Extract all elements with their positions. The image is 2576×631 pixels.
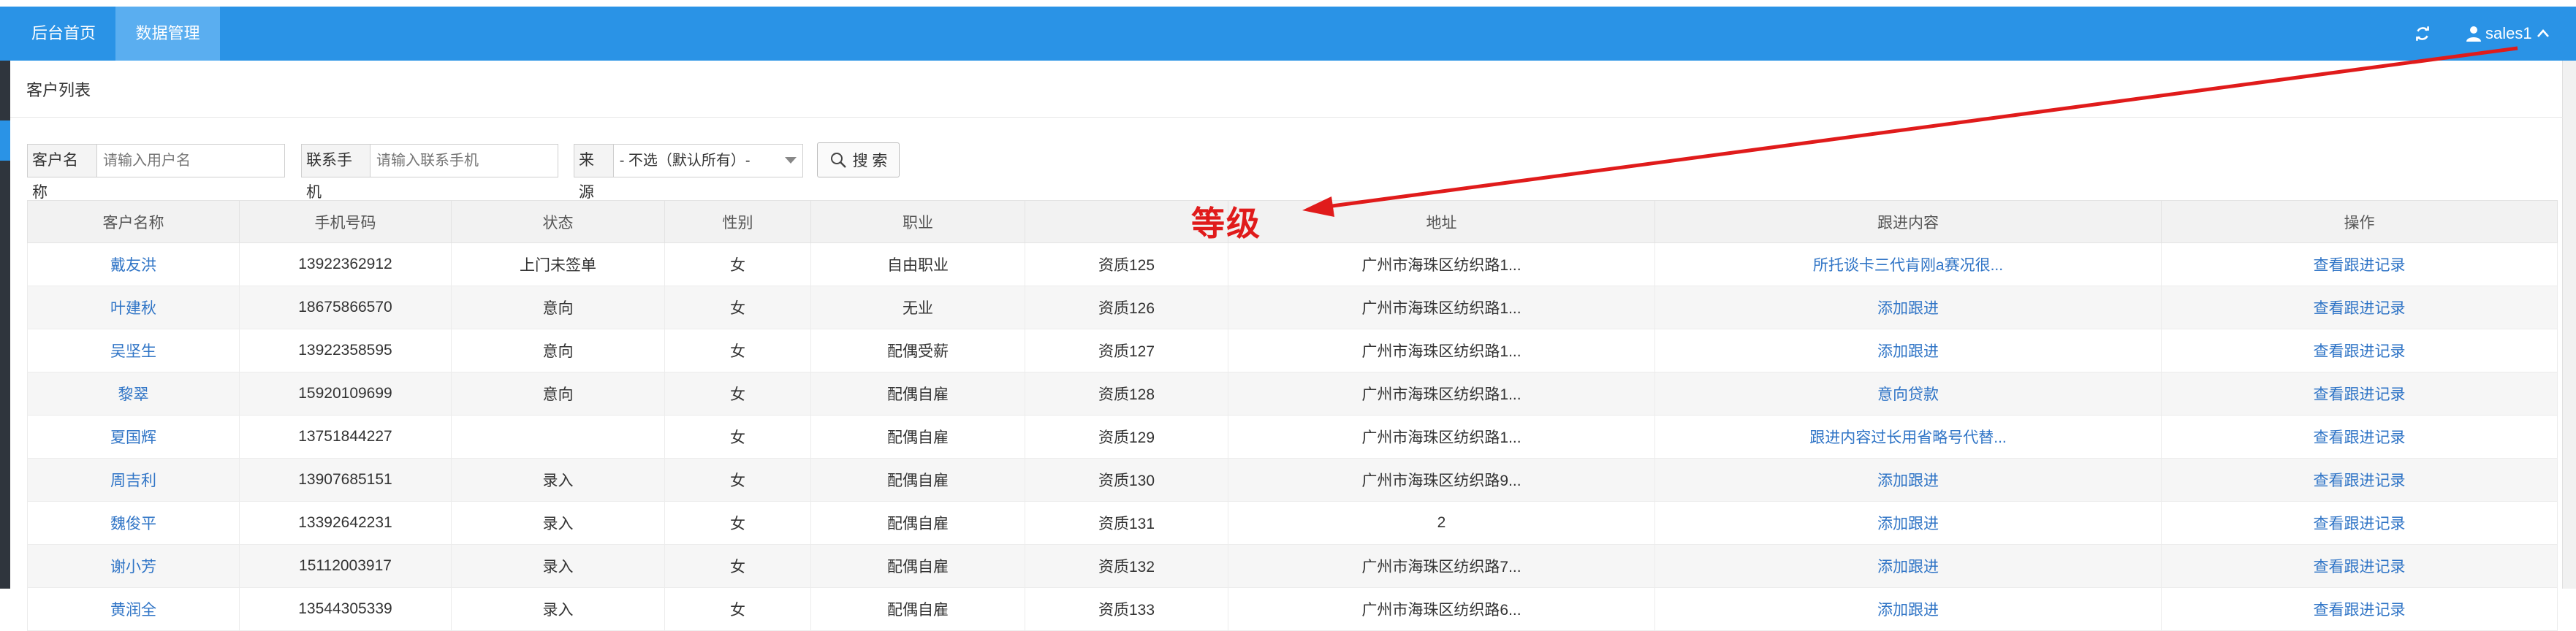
customer-name-link[interactable]: 黄润全	[110, 602, 156, 619]
cell-job: 配偶自雇	[810, 587, 1025, 631]
cell-follow: 添加跟进	[1654, 587, 2162, 631]
follow-up-link[interactable]: 添加跟进	[1877, 602, 1939, 619]
cell-action: 查看跟进记录	[2161, 587, 2558, 631]
cell-level: 资质133	[1025, 587, 1228, 631]
annotation-arrow	[1302, 46, 2518, 217]
cell-address: 广州市海珠区纺织路6...	[1228, 587, 1655, 631]
cell-status: 录入	[451, 587, 665, 631]
view-follow-up-link[interactable]: 查看跟进记录	[2314, 602, 2406, 619]
cell-gender: 女	[664, 587, 811, 631]
table-row: 黄润全 13544305339 录入女配偶自雇 资质133 广州市海珠区纺织路6... 添…	[27, 587, 2558, 631]
cell-name: 黄润全	[27, 587, 240, 631]
cell-phone: 13544305339	[239, 587, 452, 631]
